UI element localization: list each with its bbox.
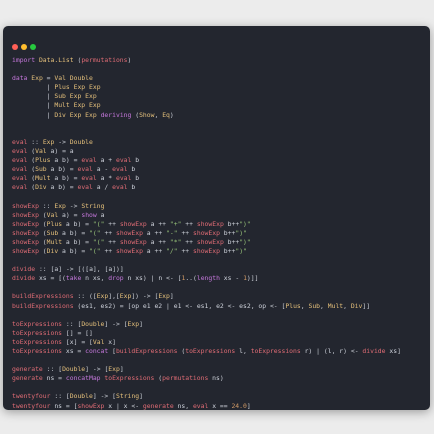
code-line: | Div Exp Exp deriving (Show, Eq): [46, 110, 174, 119]
code-window: import Data.List (permutations)​data Exp…: [3, 26, 430, 410]
code-line: buildExpressions (es1, es2) = [op e1 e2 …: [12, 301, 371, 310]
code-line: data Exp = Val Double: [12, 74, 93, 83]
code-line: generate ns = concatMap toExpressions (p…: [12, 374, 224, 383]
code-line: eval (Mult a b) = eval a * eval b: [12, 174, 140, 183]
code-line: buildExpressions :: ([Exp],[Exp]) -> [Ex…: [12, 292, 174, 301]
code-line: generate :: [Double] -> [Exp]: [12, 365, 124, 374]
code-line: divide xs = [(take n xs, drop n xs) | n …: [12, 274, 259, 283]
code-line: divide :: [a] -> [([a], [a])]: [12, 265, 124, 274]
code-line: | Sub Exp Exp: [46, 92, 97, 101]
code-line: ​: [12, 356, 401, 365]
code-line: showExp (Div a b) = "(" ++ showExp a ++ …: [12, 246, 247, 255]
code-line: showExp :: Exp -> String: [12, 201, 105, 210]
code-line: ​: [12, 65, 401, 74]
code-line: eval (Val a) = a: [12, 146, 74, 155]
code-line: showExp (Sub a b) = "(" ++ showExp a ++ …: [12, 228, 247, 237]
code-line: showExp (Val a) = show a: [12, 210, 105, 219]
code-line: toExpressions xs = concat [buildExpressi…: [12, 347, 401, 355]
code-line: | Plus Exp Exp: [46, 83, 101, 92]
code-line: ​: [12, 192, 401, 201]
code-line: eval :: Exp -> Double: [12, 137, 93, 146]
code-line: ​: [12, 383, 401, 392]
code-line: showExp (Mult a b) = "(" ++ showExp a ++…: [12, 237, 251, 246]
code-line: eval (Plus a b) = eval a + eval b: [12, 156, 140, 165]
code-line: twentyfour :: [Double] -> [String]: [12, 392, 143, 401]
code-line: import Data.List (permutations): [12, 56, 132, 64]
code-line: ​: [12, 311, 401, 320]
code-line: ​: [12, 129, 401, 138]
maximize-dot-icon[interactable]: [30, 44, 36, 50]
code-line: eval (Sub a b) = eval a - eval b: [12, 165, 136, 174]
code-line: ​: [12, 120, 401, 129]
code-line: twentyfour ns = [showExp x | x <- genera…: [12, 401, 251, 410]
code-line: showExp (Plus a b) = "(" ++ showExp a ++…: [12, 219, 251, 228]
traffic-lights: [12, 35, 39, 50]
code-line: eval (Div a b) = eval a / eval b: [12, 183, 136, 192]
code-block: import Data.List (permutations)​data Exp…: [12, 56, 401, 410]
code-line: toExpressions :: [Double] -> [Exp]: [12, 319, 143, 328]
code-line: toExpressions [] = []: [12, 328, 93, 337]
code-line: ​: [12, 256, 401, 265]
code-line: ​: [12, 283, 401, 292]
code-line: | Mult Exp Exp: [46, 101, 101, 110]
minimize-dot-icon[interactable]: [21, 44, 27, 50]
close-dot-icon[interactable]: [12, 44, 18, 50]
code-line: toExpressions [x] = [Val x]: [12, 337, 117, 346]
